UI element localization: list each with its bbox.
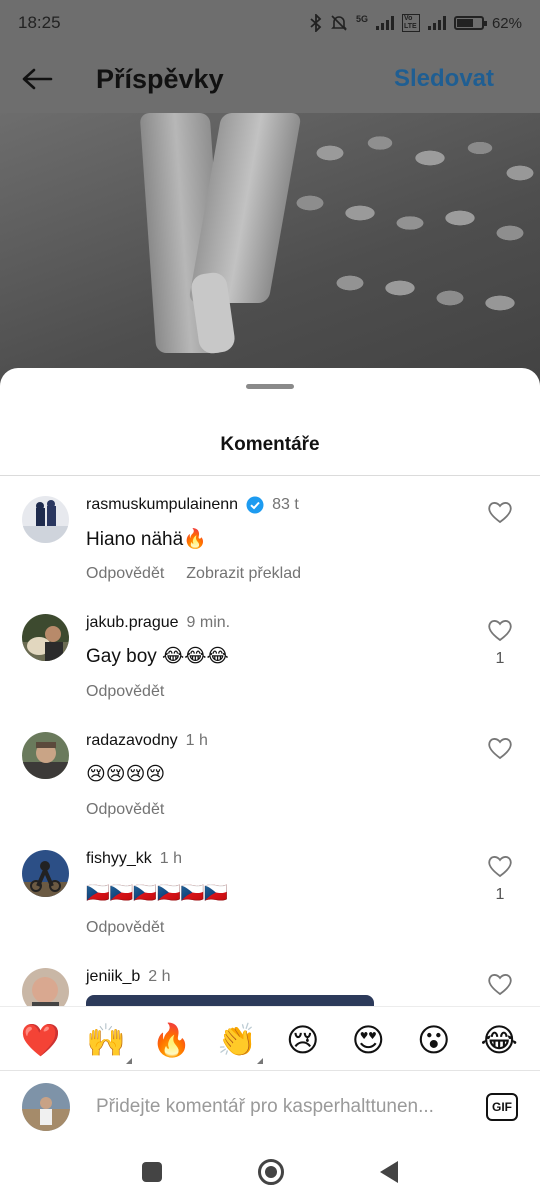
signal-icon: [375, 16, 394, 30]
reply-button[interactable]: Odpovědět: [86, 683, 164, 701]
reaction-raised-hands[interactable]: 🙌: [84, 1018, 133, 1064]
status-bar: 18:25 5G Vo LTE 62%: [0, 0, 540, 46]
comment-list[interactable]: rasmuskumpulainenn 83 t Hiano nähä🔥 Odpo…: [0, 476, 540, 1006]
comment-header: jakub.prague 9 min.: [86, 614, 230, 632]
reaction-laughing[interactable]: 😂: [477, 1018, 521, 1062]
comment-header: jeniik_b 2 h: [86, 968, 171, 986]
reaction-clap[interactable]: 👏: [215, 1018, 264, 1064]
sheet-title: Komentáře: [220, 434, 320, 455]
back-triangle-icon[interactable]: [380, 1161, 398, 1183]
comment-header: fishyy_kk 1 h: [86, 850, 182, 868]
heart-icon[interactable]: [487, 972, 513, 996]
reaction-emoji: 👏: [217, 1021, 258, 1058]
comment-actions: Odpovědět Zobrazit překlad: [86, 565, 301, 583]
heart-icon[interactable]: [487, 500, 513, 524]
reaction-fire[interactable]: 🔥: [150, 1018, 194, 1062]
username[interactable]: jakub.prague: [86, 614, 179, 632]
my-avatar: [22, 1082, 70, 1131]
reaction-emoji: 😮: [417, 1021, 451, 1058]
username[interactable]: rasmuskumpulainenn: [86, 496, 238, 514]
bluetooth-icon: [310, 14, 322, 32]
comment-header: rasmuskumpulainenn 83 t: [86, 496, 299, 514]
system-navigation-bar: [0, 1144, 540, 1200]
reaction-crying[interactable]: 😢: [281, 1018, 325, 1062]
sheet-drag-handle[interactable]: [246, 384, 294, 389]
comment-actions: Odpovědět: [86, 919, 164, 937]
reaction-heart-eyes[interactable]: 😍: [346, 1018, 390, 1062]
avatar[interactable]: [22, 968, 69, 1006]
home-icon[interactable]: [258, 1159, 284, 1185]
back-arrow-icon[interactable]: [20, 62, 54, 96]
heart-icon[interactable]: [487, 854, 513, 878]
battery-percent: 62%: [491, 14, 522, 32]
reaction-emoji: 😂: [480, 1021, 518, 1058]
heart-icon[interactable]: [487, 736, 513, 760]
network-type: 5G: [355, 14, 368, 24]
comment-item: jakub.prague 9 min. Gay boy 😂😂😂 Odpovědě…: [0, 594, 540, 712]
avatar[interactable]: [22, 614, 69, 661]
heart-icon[interactable]: [487, 618, 513, 642]
comment-text: 😢😢😢😢: [86, 764, 166, 785]
comment-actions: Odpovědět: [86, 801, 164, 819]
reply-button[interactable]: Odpovědět: [86, 801, 164, 819]
comment-item: jeniik_b 2 h: [0, 948, 540, 1006]
navigation-bar: Příspěvky Sledovat: [0, 46, 540, 112]
like-count: 1: [495, 650, 505, 667]
avatar[interactable]: [22, 732, 69, 779]
comment-text: Hiano nähä🔥: [86, 529, 207, 550]
recents-icon[interactable]: [142, 1162, 162, 1182]
top-bar: 18:25 5G Vo LTE 62% Příspěvky Sledovat: [0, 0, 540, 113]
reaction-emoji: 🔥: [151, 1021, 192, 1058]
username[interactable]: radazavodny: [86, 732, 178, 750]
comment-time: 83 t: [272, 496, 299, 513]
reaction-emoji: ❤️: [20, 1021, 61, 1058]
comment-time: 1 h: [185, 732, 208, 749]
comment-header: radazavodny 1 h: [86, 732, 208, 750]
status-icons: 5G Vo LTE 62%: [310, 14, 522, 32]
comment-time: 9 min.: [186, 614, 231, 631]
skin-tone-indicator-icon: [257, 1057, 264, 1064]
gif-button[interactable]: GIF: [486, 1092, 518, 1121]
comment-composer: Přidejte komentář pro kasperhalttunen...…: [0, 1070, 540, 1142]
comment-actions: Odpovědět: [86, 683, 164, 701]
follow-button[interactable]: Sledovat: [394, 65, 494, 93]
bell-muted-icon: [331, 15, 347, 31]
avatar[interactable]: [22, 850, 69, 897]
comment-time: 1 h: [159, 850, 183, 867]
reply-button[interactable]: Odpovědět: [86, 565, 164, 583]
like-count: 1: [495, 886, 505, 903]
username[interactable]: jeniik_b: [86, 968, 140, 986]
comment-text: Gay boy 😂😂😂: [86, 646, 229, 667]
reply-button[interactable]: Odpovědět: [86, 919, 164, 937]
battery-icon: [453, 16, 487, 30]
reaction-surprised[interactable]: 😮: [412, 1018, 456, 1062]
avatar[interactable]: [22, 496, 69, 543]
signal-icon-2: [427, 16, 446, 30]
comment-text: 🇨🇿🇨🇿🇨🇿🇨🇿🇨🇿🇨🇿: [86, 883, 228, 904]
username[interactable]: fishyy_kk: [86, 850, 152, 868]
comments-sheet: Komentáře rasmuskumpulainenn 83 t Hiano …: [0, 368, 540, 1200]
translate-button[interactable]: Zobrazit překlad: [186, 565, 301, 583]
comment-item: rasmuskumpulainenn 83 t Hiano nähä🔥 Odpo…: [0, 476, 540, 594]
comment-item: radazavodny 1 h 😢😢😢😢 Odpovědět: [0, 712, 540, 830]
skin-tone-indicator-icon: [126, 1057, 133, 1064]
reaction-emoji: 🙌: [86, 1021, 127, 1058]
reaction-emoji: 😢: [286, 1021, 320, 1058]
reaction-emoji: 😍: [351, 1021, 385, 1058]
comment-item: fishyy_kk 1 h 🇨🇿🇨🇿🇨🇿🇨🇿🇨🇿🇨🇿 Odpovědět 1: [0, 830, 540, 948]
reaction-heart[interactable]: ❤️: [19, 1018, 63, 1062]
status-time: 18:25: [18, 13, 61, 32]
volte-badge: Vo LTE: [401, 14, 420, 32]
page-title: Příspěvky: [96, 63, 224, 94]
comment-media-preview[interactable]: [86, 995, 374, 1006]
verified-badge-icon: [246, 496, 264, 514]
quick-reactions-bar: ❤️ 🙌 🔥 👏 😢 😍 😮 😂: [0, 1006, 540, 1072]
comment-input[interactable]: Přidejte komentář pro kasperhalttunen...: [96, 1096, 456, 1118]
comment-time: 2 h: [148, 968, 171, 985]
